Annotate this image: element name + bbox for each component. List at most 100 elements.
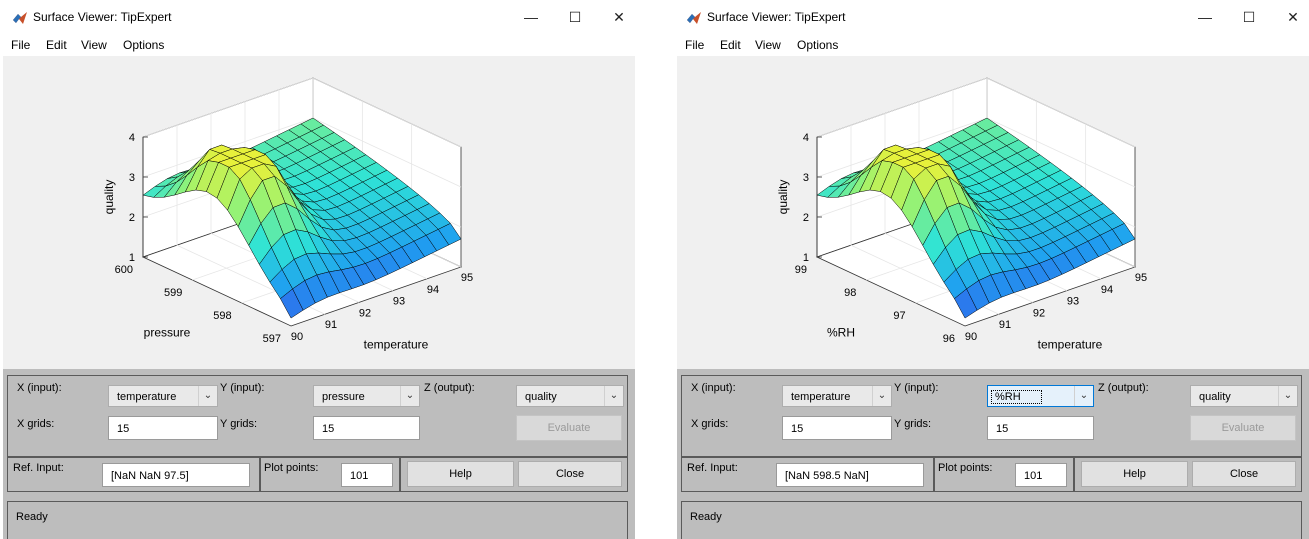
x-input-label: X (input): [17,382,62,394]
close-icon[interactable]: ✕ [603,5,635,29]
chevron-down-icon: ⌄ [400,386,419,406]
menu-edit[interactable]: Edit [46,38,67,52]
ref-input-group: Ref. Input: [NaN NaN 97.5] [7,457,260,492]
y-tick-label: 600 [115,264,133,276]
z-tick-label: 4 [129,132,135,144]
plot-points-value: 101 [350,470,369,482]
ref-input-group: Ref. Input: [NaN 598.5 NaN] [681,457,934,492]
y-input-select[interactable]: %RH ⌄ [987,385,1094,407]
axes-settings-group: X (input): temperature ⌄ Y (input): %RH … [681,375,1302,457]
ref-input-field[interactable]: [NaN NaN 97.5] [102,463,250,487]
z-axis: 1 2 3 4 quality [102,132,148,264]
y-input-label: Y (input): [894,382,939,394]
chevron-down-icon: ⌄ [198,386,217,406]
maximize-icon[interactable]: ☐ [559,5,591,29]
control-panel: X (input): temperature ⌄ Y (input): %RH … [677,369,1309,539]
z-tick-label: 4 [803,132,809,144]
matlab-logo-icon [687,12,701,24]
z-tick-label: 1 [129,252,135,264]
chevron-down-icon: ⌄ [1278,386,1297,406]
x-grids-label: X grids: [691,418,729,430]
y-axis-label: %RH [827,326,855,340]
surface-plot-svg: 1 2 3 4 quality 90 91 92 93 94 95 temperature 597 598… [102,77,473,352]
chevron-down-icon: ⌄ [1074,386,1093,406]
x-tick-label: 95 [461,272,473,284]
surface-viewer-window-1: Surface Viewer: TipExpert — ☐ ✕ File Edi… [3,0,635,539]
x-tick-label: 90 [291,331,303,343]
x-grids-input[interactable]: 15 [108,416,218,440]
z-axis-label: quality [102,180,116,215]
x-grids-input[interactable]: 15 [782,416,892,440]
close-icon[interactable]: ✕ [1277,5,1309,29]
surface-plot[interactable]: 1 2 3 4 quality 90 91 92 93 94 95 temperature 597 598… [3,63,635,368]
z-tick-label: 2 [803,212,809,224]
action-buttons-group: Help Close [1074,457,1302,492]
status-text: Ready [16,511,48,523]
menu-view[interactable]: View [755,38,781,52]
surface-plot[interactable]: 1 2 3 4 quality 90 91 92 93 94 95 temperature 96 97 98… [677,63,1309,368]
plot-points-group: Plot points: 101 [934,457,1074,492]
plot-points-input[interactable]: 101 [1015,463,1067,487]
menu-bar: File Edit View Options [3,34,635,56]
title-bar[interactable]: Surface Viewer: TipExpert — ☐ ✕ [3,0,635,34]
y-axis-label: pressure [144,326,191,340]
x-axis-label: temperature [1038,338,1103,352]
z-tick-label: 3 [803,172,809,184]
help-button[interactable]: Help [407,461,514,487]
y-grids-input[interactable]: 15 [313,416,420,440]
z-tick-label: 2 [129,212,135,224]
z-tick-label: 1 [803,252,809,264]
x-input-select[interactable]: temperature ⌄ [108,385,218,407]
close-button[interactable]: Close [1192,461,1296,487]
window-title: Surface Viewer: TipExpert [33,10,172,24]
plot-points-input[interactable]: 101 [341,463,393,487]
chevron-down-icon: ⌄ [604,386,623,406]
z-output-value: quality [525,391,557,403]
chevron-down-icon: ⌄ [872,386,891,406]
control-panel: X (input): temperature ⌄ Y (input): pres… [3,369,635,539]
maximize-icon[interactable]: ☐ [1233,5,1265,29]
evaluate-button[interactable]: Evaluate [516,415,622,441]
y-grids-value: 15 [996,423,1009,435]
menu-file[interactable]: File [11,38,30,52]
menu-view[interactable]: View [81,38,107,52]
y-input-value: %RH [991,390,1042,404]
y-tick-label: 96 [943,333,955,345]
title-bar[interactable]: Surface Viewer: TipExpert — ☐ ✕ [677,0,1309,34]
z-axis: 1 2 3 4 quality [776,132,822,264]
menu-options[interactable]: Options [797,38,838,52]
y-tick-label: 598 [213,310,231,322]
x-input-select[interactable]: temperature ⌄ [782,385,892,407]
x-grids-value: 15 [117,423,130,435]
minimize-icon[interactable]: — [515,5,547,29]
menu-options[interactable]: Options [123,38,164,52]
y-tick-label: 99 [795,264,807,276]
x-grids-value: 15 [791,423,804,435]
z-axis-label: quality [776,180,790,215]
status-text: Ready [690,511,722,523]
z-output-select[interactable]: quality ⌄ [516,385,624,407]
z-output-label: Z (output): [424,382,475,394]
x-tick-label: 95 [1135,272,1147,284]
surface-viewer-window-2: Surface Viewer: TipExpert — ☐ ✕ File Edi… [677,0,1309,539]
plot-points-group: Plot points: 101 [260,457,400,492]
y-input-value: pressure [322,391,365,403]
help-button[interactable]: Help [1081,461,1188,487]
menu-file[interactable]: File [685,38,704,52]
surface-plot-svg: 1 2 3 4 quality 90 91 92 93 94 95 temperature 96 97 98… [776,77,1147,352]
close-button[interactable]: Close [518,461,622,487]
y-grids-input[interactable]: 15 [987,416,1094,440]
y-input-select[interactable]: pressure ⌄ [313,385,420,407]
plot-points-value: 101 [1024,470,1043,482]
minimize-icon[interactable]: — [1189,5,1221,29]
z-output-select[interactable]: quality ⌄ [1190,385,1298,407]
y-input-label: Y (input): [220,382,265,394]
evaluate-button[interactable]: Evaluate [1190,415,1296,441]
x-tick-label: 92 [1033,307,1045,319]
action-buttons-group: Help Close [400,457,628,492]
menu-edit[interactable]: Edit [720,38,741,52]
x-grids-label: X grids: [17,418,55,430]
ref-input-field[interactable]: [NaN 598.5 NaN] [776,463,924,487]
x-tick-label: 93 [393,296,405,308]
y-grids-label: Y grids: [220,418,258,430]
